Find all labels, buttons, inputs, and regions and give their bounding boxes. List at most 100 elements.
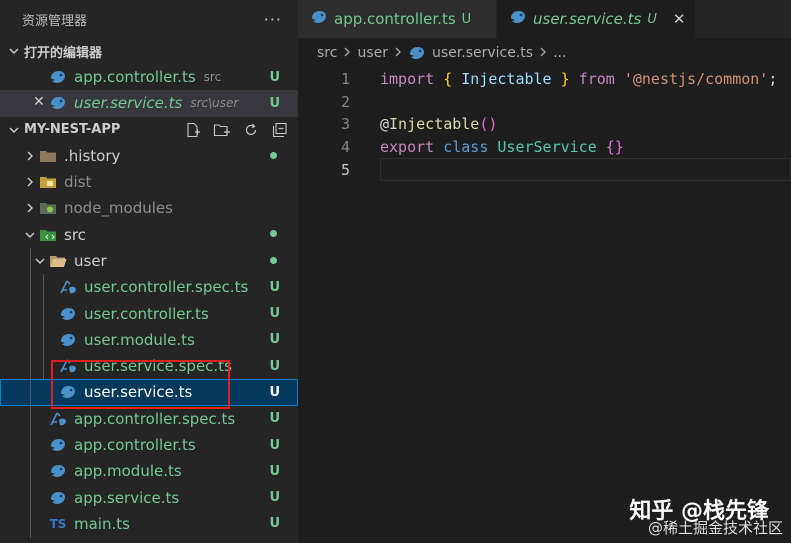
nest-icon [48,94,68,112]
git-status-dot [270,256,277,264]
breadcrumb-item[interactable]: ... [553,45,566,61]
nest-icon [48,462,68,480]
open-editor-item-active[interactable]: ✕ user.service.ts src\user U [0,90,298,117]
code-token: () [479,115,498,134]
breadcrumb-item[interactable]: user.service.ts [432,45,533,61]
indent-guide [43,326,44,354]
new-folder-icon[interactable] [212,120,232,140]
indent-guide [30,274,31,302]
project-title: MY-NEST-APP [24,122,121,138]
open-editor-filename: user.service.ts [74,94,183,113]
code-line[interactable]: 1 import { Injectable } from '@nestjs/com… [298,68,791,91]
watermark-subtext: @稀土掘金技术社区 [647,519,783,537]
tree-file-item[interactable]: app.module.ts U [0,458,298,486]
line-content: import { Injectable } from '@nestjs/comm… [350,70,777,88]
indent-guide [30,352,31,380]
tab-app-controller[interactable]: app.controller.ts U [298,0,497,38]
code-token: { [443,70,453,89]
refresh-icon[interactable] [241,120,261,140]
close-tab-icon[interactable]: ✕ [673,10,686,28]
breadcrumb-item[interactable]: src [317,45,337,61]
nest-icon [58,305,78,323]
tree-file-label: app.controller.ts [74,436,196,454]
close-icon[interactable]: ✕ [33,94,45,110]
tree-file-label: user.controller.spec.ts [84,278,249,297]
git-status-badge: U [269,306,280,322]
git-status-badge: U [269,516,280,532]
tree-file-label: main.ts [74,514,130,533]
tree-file-item[interactable]: user.controller.ts U [0,300,298,328]
git-status-badge: U [269,69,280,85]
code-token: '@nestjs/common' [623,70,769,89]
tree-file-item[interactable]: TS main.ts U [0,510,298,538]
tree-file-item[interactable]: user.service.spec.ts U [0,352,298,380]
tree-file-item[interactable]: user.controller.spec.ts U [0,274,298,302]
tree-file-item[interactable]: app.service.ts U [0,484,298,512]
chevron-right-icon [22,151,38,161]
open-editor-item[interactable]: app.controller.ts src U [0,64,298,90]
chevron-right-icon [22,203,38,213]
code-line[interactable]: 3 @Injectable() [298,113,791,136]
nest-icon [48,436,68,454]
tree-folder-user[interactable]: user [0,247,298,274]
git-status-badge: U [269,463,280,479]
tree-folder-dist[interactable]: dist [0,169,298,195]
ts-icon-text: TS [49,516,67,531]
line-content: export class UserService {} [350,138,624,156]
chevron-right-icon [22,177,38,187]
tab-label: user.service.ts [533,10,642,28]
collapse-all-icon[interactable] [270,120,290,140]
tree-file-item[interactable]: app.controller.spec.ts U [0,405,298,433]
nest-icon [408,45,426,61]
indent-guide [30,300,31,328]
code-token: UserService [497,138,597,157]
indent-guide [30,326,31,354]
git-status-badge: U [269,358,280,374]
code-line[interactable]: 2 [298,91,791,114]
tree-folder-label: user [74,251,107,270]
git-status-dot [270,230,277,238]
explorer-sidebar: 资源管理器 ··· 打开的编辑器 app.controller.ts src U… [0,0,298,543]
line-number: 1 [340,70,350,89]
tree-file-item[interactable]: app.controller.ts U [0,431,298,459]
chevron-down-icon [22,230,38,240]
breadcrumb: src user user.service.ts ... [298,38,791,68]
tree-folder-history[interactable]: .history [0,143,298,169]
new-file-icon[interactable] [183,120,203,140]
code-token: @ [380,115,390,134]
breadcrumb-item[interactable]: user [357,45,388,61]
tree-folder-label: .history [64,146,121,165]
git-status-badge: U [269,384,280,400]
code-token: Injectable [389,115,480,134]
open-editor-filename: app.controller.ts [74,68,196,87]
indent-guide [43,274,44,302]
code-line[interactable]: 4 export class UserService {} [298,136,791,159]
open-editors-header[interactable]: 打开的编辑器 [0,38,298,64]
tree-file-label: user.service.spec.ts [84,357,232,376]
code-editor[interactable]: 1 import { Injectable } from '@nestjs/com… [298,68,791,181]
git-status-badge: U [269,411,280,427]
code-token: from [578,70,615,89]
code-line[interactable]: 5 [298,158,791,181]
tree-file-item-selected[interactable]: user.service.ts U [0,379,298,407]
tab-label: app.controller.ts [334,10,456,28]
ts-icon: TS [48,515,68,533]
tree-file-label: app.service.ts [74,488,180,507]
git-status-badge: U [269,279,280,295]
explorer-title: 资源管理器 [22,13,88,29]
chevron-right-icon [539,45,547,61]
folder-node-icon [38,199,58,217]
tree-folder-src[interactable]: src [0,221,298,247]
tree-file-label: user.service.ts [84,383,193,402]
more-actions-icon[interactable]: ··· [264,10,282,29]
code-token: {} [605,138,624,157]
tree-folder-node-modules[interactable]: node_modules [0,195,298,221]
open-editors-title: 打开的编辑器 [24,45,103,61]
tree-file-item[interactable]: user.module.ts U [0,326,298,354]
open-editor-path: src\user [190,96,239,111]
project-header[interactable]: MY-NEST-APP [0,117,298,143]
tab-user-service[interactable]: user.service.ts U ✕ [497,0,696,38]
